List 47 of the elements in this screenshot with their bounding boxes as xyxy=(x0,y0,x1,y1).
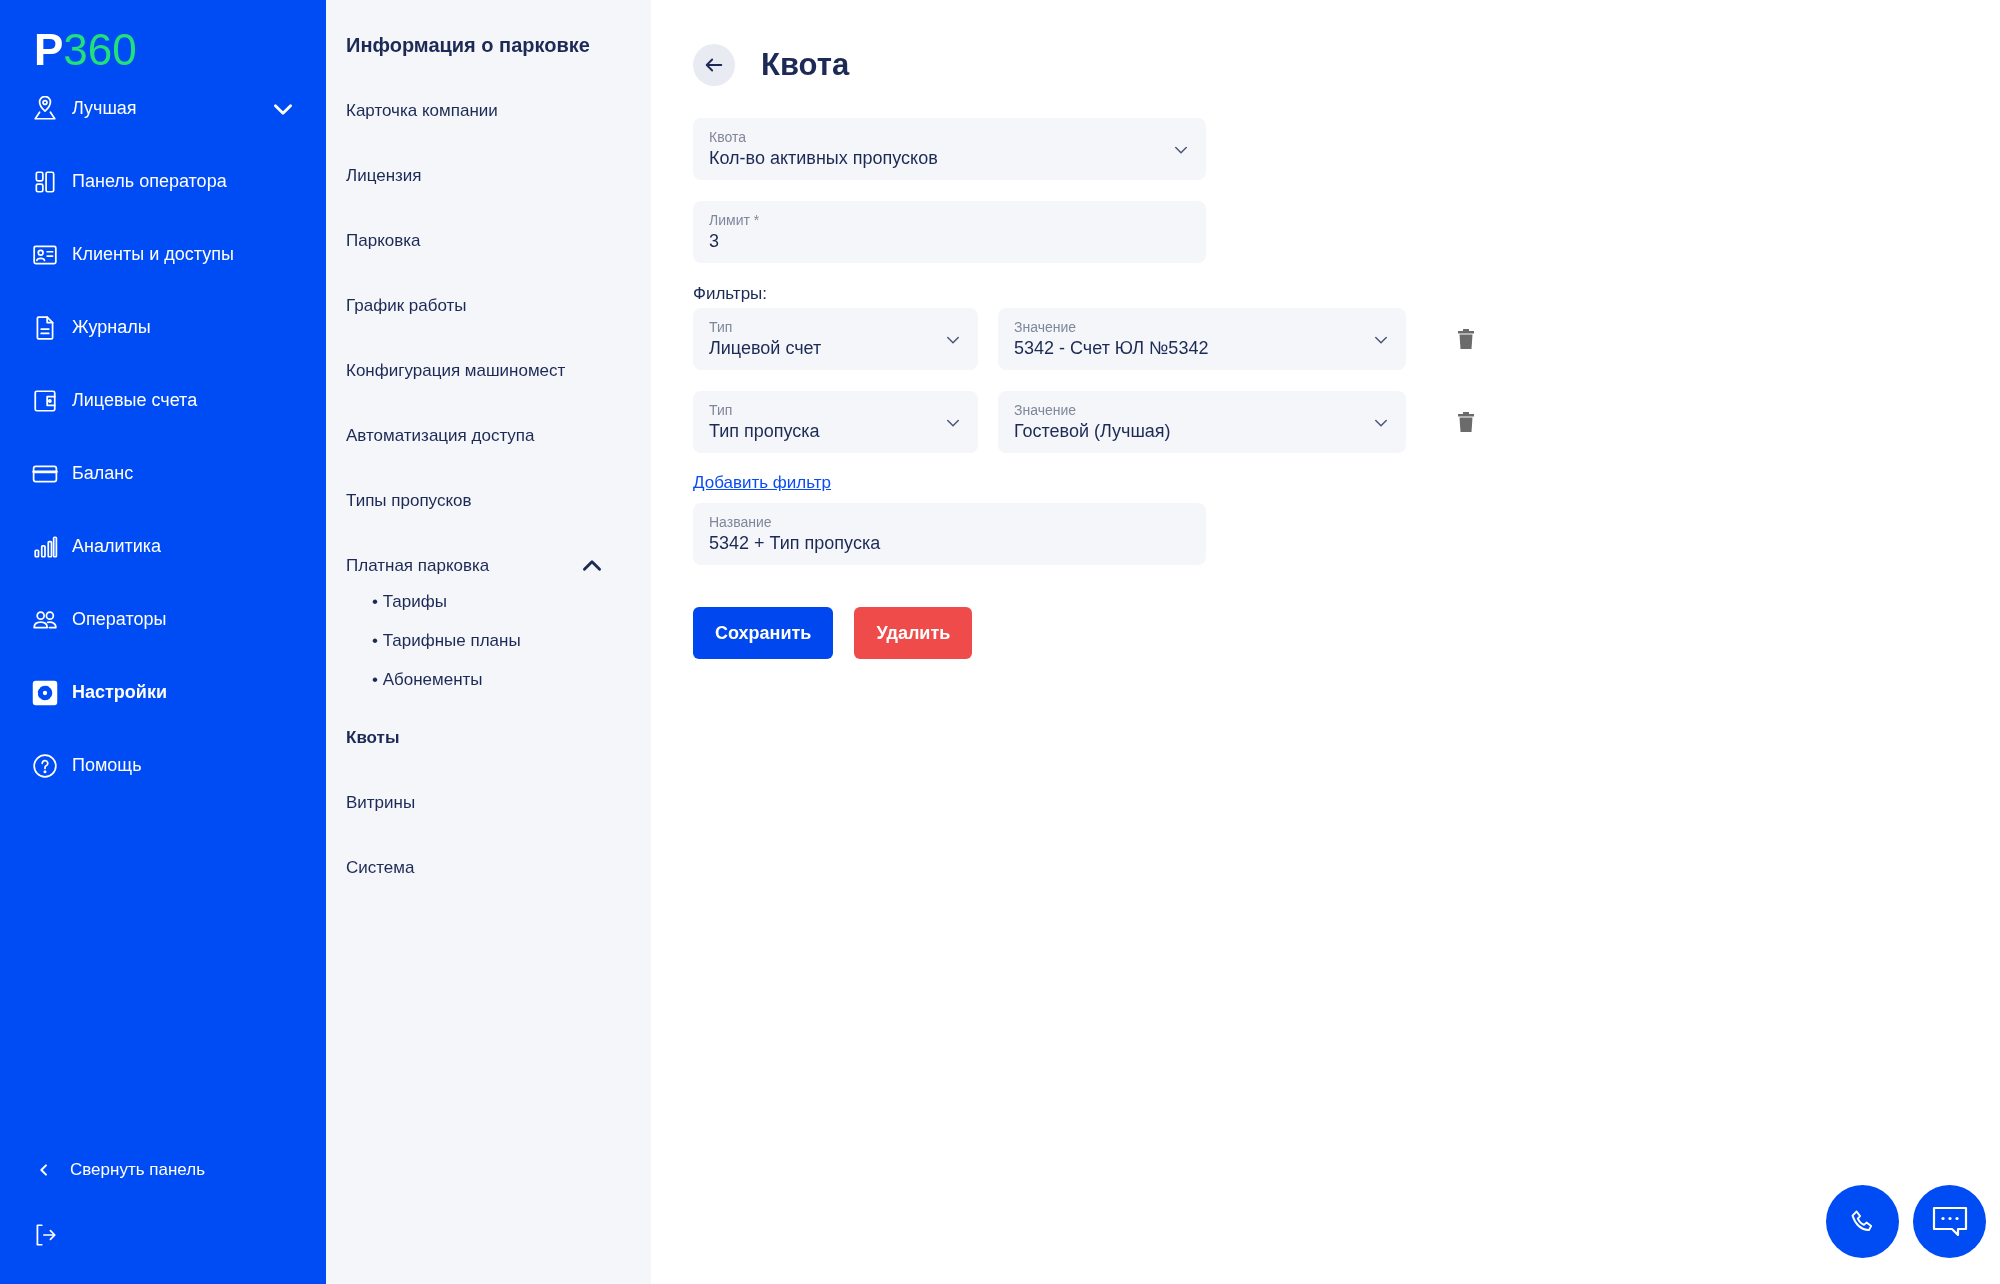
sidebar-item[interactable]: Лицевые счета xyxy=(0,364,326,437)
sidebar-item[interactable]: Клиенты и доступы xyxy=(0,218,326,291)
sidebar-item[interactable]: Панель оператора xyxy=(0,145,326,218)
settings-nav-item[interactable]: Конфигурация машиномест xyxy=(346,338,631,403)
save-button[interactable]: Сохранить xyxy=(693,607,834,659)
sidebar-item[interactable]: Операторы xyxy=(0,583,326,656)
settings-nav-item[interactable]: Витрины xyxy=(346,770,631,835)
sidebar-item[interactable]: Журналы xyxy=(0,291,326,364)
settings-nav-item[interactable]: Квоты xyxy=(346,705,631,770)
sidebar-item[interactable]: Аналитика xyxy=(0,510,326,583)
settings-nav-item[interactable]: Система xyxy=(346,835,631,900)
filter-type-select[interactable]: Тип Лицевой счет xyxy=(693,308,978,370)
quota-select[interactable]: Квота Кол-во активных пропусков xyxy=(693,118,1206,180)
sidebar-item[interactable]: Помощь xyxy=(0,729,326,802)
sidebar-item[interactable]: Настройки xyxy=(0,656,326,729)
bar-chart-icon xyxy=(32,533,58,560)
filter-type-select[interactable]: Тип Тип пропуска xyxy=(693,391,978,453)
back-button[interactable] xyxy=(693,44,735,86)
limit-field[interactable]: Лимит * 3 xyxy=(693,201,1206,263)
section-title: Информация о парковке xyxy=(346,34,591,58)
filter-value-select[interactable]: Значение Гостевой (Лучшая) xyxy=(998,391,1406,453)
map-pin-icon xyxy=(32,95,58,122)
trash-icon[interactable] xyxy=(1458,412,1474,432)
sidebar-item[interactable]: Лучшая xyxy=(0,72,326,145)
logo: P360 xyxy=(33,24,138,72)
settings-nav-item[interactable]: Парковка xyxy=(346,208,631,273)
delete-button[interactable]: Удалить xyxy=(854,607,973,659)
settings-nav-item[interactable]: Типы пропусков xyxy=(346,468,631,533)
wallet-icon xyxy=(32,387,58,414)
filter-value-select[interactable]: Значение 5342 - Счет ЮЛ №5342 xyxy=(998,308,1406,370)
filters-label: Фильтры: xyxy=(693,284,769,304)
settings-nav-subitem[interactable]: • Абонементы xyxy=(372,660,631,699)
collapse-panel-link[interactable]: Свернуть панель xyxy=(0,1140,326,1200)
chat-icon xyxy=(1930,1204,1969,1239)
settings-nav-item[interactable]: График работы xyxy=(346,273,631,338)
dashboard-icon xyxy=(32,168,58,195)
sidebar-item[interactable]: Баланс xyxy=(0,437,326,510)
settings-nav-subitem[interactable]: • Тарифы xyxy=(372,582,631,621)
name-field[interactable]: Название 5342 + Тип пропуска xyxy=(693,503,1206,565)
settings-nav-item[interactable]: Карточка компании xyxy=(346,78,631,143)
add-filter-link[interactable]: Добавить фильтр xyxy=(693,473,832,493)
trash-icon[interactable] xyxy=(1458,329,1474,349)
help-icon xyxy=(32,752,58,779)
page-title: Квота xyxy=(761,47,850,83)
settings-nav-item[interactable]: Автоматизация доступа xyxy=(346,403,631,468)
settings-nav-item[interactable]: Лицензия xyxy=(346,143,631,208)
settings-nav-subitem[interactable]: • Тарифные планы xyxy=(372,621,631,660)
